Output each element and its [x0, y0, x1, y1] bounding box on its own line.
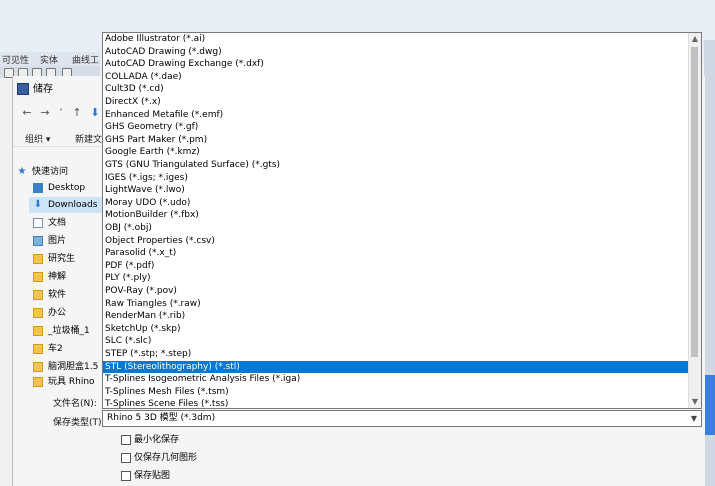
- file-type-option[interactable]: T-Splines Mesh Files (*.tsm): [103, 386, 689, 399]
- file-type-option[interactable]: Raw Triangles (*.raw): [103, 298, 689, 311]
- sidebar-item-folder[interactable]: 玩具 Rhino: [33, 376, 103, 388]
- sidebar-item-pictures[interactable]: 图片: [33, 233, 103, 249]
- scrollbar-thumb[interactable]: [691, 47, 698, 357]
- checkbox[interactable]: [121, 470, 131, 481]
- checkbox[interactable]: [121, 434, 131, 445]
- sidebar-item-folder[interactable]: 神解: [33, 269, 103, 285]
- file-type-option[interactable]: PLY (*.ply): [103, 272, 689, 285]
- option-save-texture[interactable]: 保存贴图: [121, 469, 170, 483]
- folder-icon: [33, 325, 43, 336]
- checkbox[interactable]: [121, 452, 131, 463]
- organize-button[interactable]: 组织 ▾: [25, 132, 50, 145]
- sidebar-item-folder[interactable]: 软件: [33, 287, 103, 303]
- file-type-option[interactable]: AutoCAD Drawing (*.dwg): [103, 46, 689, 59]
- folder-icon: [33, 376, 43, 387]
- scroll-up-icon[interactable]: ▲: [689, 33, 701, 45]
- sidebar-item-folder[interactable]: 办公: [33, 305, 103, 321]
- file-type-option[interactable]: OBJ (*.obj): [103, 222, 689, 235]
- file-type-option[interactable]: Cult3D (*.cd): [103, 83, 689, 96]
- recent-chevron-icon[interactable]: ˅: [55, 107, 67, 119]
- folder-icon: [33, 343, 43, 354]
- file-type-select[interactable]: Rhino 5 3D 模型 (*.3dm) ▼: [102, 410, 702, 427]
- file-type-option[interactable]: GHS Geometry (*.gf): [103, 121, 689, 134]
- rhino-app-icon: [17, 83, 29, 95]
- option-minimize[interactable]: 最小化保存: [121, 433, 179, 447]
- file-type-option[interactable]: Google Earth (*.kmz): [103, 146, 689, 159]
- desktop-icon: [33, 182, 43, 193]
- file-type-option[interactable]: SketchUp (*.skp): [103, 323, 689, 336]
- file-type-option[interactable]: POV-Ray (*.pov): [103, 285, 689, 298]
- file-type-option[interactable]: MotionBuilder (*.fbx): [103, 209, 689, 222]
- folder-icon: [33, 361, 43, 372]
- sidebar-item-folder[interactable]: 车2: [33, 341, 103, 357]
- folder-icon: [33, 253, 43, 264]
- document-icon: [33, 217, 43, 228]
- new-folder-button[interactable]: 新建文: [75, 132, 102, 145]
- filename-label: 文件名(N):: [53, 399, 97, 409]
- file-type-option[interactable]: Parasolid (*.x_t): [103, 247, 689, 260]
- dialog-title: 储存: [17, 80, 53, 96]
- folder-icon: [33, 289, 43, 300]
- background-viewport: [704, 40, 715, 486]
- sidebar-item-folder[interactable]: _垃圾桶_1: [33, 323, 103, 339]
- file-type-option-selected[interactable]: STL (Stereolithography) (*.stl): [103, 360, 689, 374]
- command-bar: 组织 ▾ 新建文: [13, 128, 113, 147]
- menu-item-visibility[interactable]: 可见性: [2, 53, 29, 66]
- file-type-option[interactable]: GTS (GNU Triangulated Surface) (*.gts): [103, 159, 689, 172]
- menu-item-solid[interactable]: 实体: [40, 53, 58, 66]
- file-type-option[interactable]: PDF (*.pdf): [103, 260, 689, 273]
- star-icon: ★: [17, 165, 27, 177]
- file-type-option[interactable]: STEP (*.stp; *.step): [103, 348, 689, 361]
- folder-icon: [33, 271, 43, 282]
- chevron-down-icon[interactable]: ▼: [691, 411, 697, 426]
- file-type-option[interactable]: Moray UDO (*.udo): [103, 197, 689, 210]
- file-type-option[interactable]: SLC (*.slc): [103, 335, 689, 348]
- viewport-highlight: [704, 375, 715, 435]
- file-type-option[interactable]: Adobe Illustrator (*.ai): [103, 33, 689, 46]
- sidebar-item-folder[interactable]: 脑洞胆盒1.5: [33, 359, 103, 375]
- folder-icon: [33, 307, 43, 318]
- file-type-option[interactable]: LightWave (*.lwo): [103, 184, 689, 197]
- file-type-option[interactable]: T-Splines Scene Files (*.tss): [103, 398, 689, 408]
- file-type-option[interactable]: GHS Part Maker (*.pm): [103, 134, 689, 147]
- file-type-option[interactable]: Object Properties (*.csv): [103, 235, 689, 248]
- scroll-down-icon[interactable]: ▼: [689, 396, 701, 408]
- file-type-select-value: Rhino 5 3D 模型 (*.3dm): [107, 413, 216, 423]
- file-type-option[interactable]: AutoCAD Drawing Exchange (*.dxf): [103, 58, 689, 71]
- navigation-pane: ★ 快速访问 Desktop ⬇ Downloads 文档 图片 研究生 神解 软件…: [13, 156, 103, 388]
- file-type-option[interactable]: COLLADA (*.dae): [103, 71, 689, 84]
- navigation-bar: ← → ˅ ↑ ⬇: [13, 104, 113, 124]
- file-type-option[interactable]: DirectX (*.x): [103, 96, 689, 109]
- back-arrow-icon[interactable]: ←: [21, 107, 33, 119]
- file-type-option[interactable]: IGES (*.igs; *.iges): [103, 172, 689, 185]
- sidebar-item-folder[interactable]: 研究生: [33, 251, 103, 267]
- download-folder-icon: ⬇: [90, 106, 100, 119]
- filetype-label: 保存类型(T):: [53, 418, 105, 428]
- background-menubar: 可见性 实体 曲线工具: [0, 52, 100, 79]
- dialog-title-text: 储存: [33, 84, 53, 95]
- sidebar-item-documents[interactable]: 文档: [33, 215, 103, 231]
- file-type-dropdown-list[interactable]: Adobe Illustrator (*.ai) AutoCAD Drawing…: [102, 32, 702, 409]
- sidebar-item-quick-access[interactable]: ★ 快速访问: [17, 164, 103, 180]
- file-type-option[interactable]: T-Splines Isogeometric Analysis Files (*…: [103, 373, 689, 386]
- up-arrow-icon[interactable]: ↑: [71, 107, 83, 119]
- file-type-option[interactable]: Enhanced Metafile (*.emf): [103, 109, 689, 122]
- picture-icon: [33, 235, 43, 246]
- sidebar-item-downloads[interactable]: ⬇ Downloads: [29, 197, 103, 213]
- download-icon: ⬇: [33, 198, 43, 210]
- forward-arrow-icon[interactable]: →: [39, 107, 51, 119]
- dropdown-scrollbar[interactable]: ▲ ▼: [688, 33, 701, 408]
- file-type-option[interactable]: RenderMan (*.rib): [103, 310, 689, 323]
- sidebar-item-desktop[interactable]: Desktop: [33, 180, 103, 196]
- option-geometry-only[interactable]: 仅保存几何图形: [121, 451, 197, 465]
